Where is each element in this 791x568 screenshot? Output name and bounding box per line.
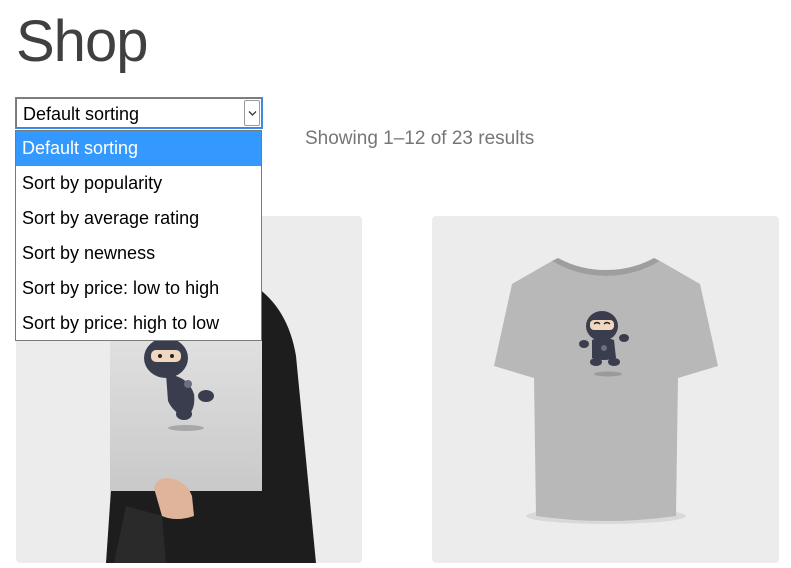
sort-option[interactable]: Default sorting: [16, 131, 261, 166]
page-title: Shop: [16, 9, 148, 74]
sort-option[interactable]: Sort by price: high to low: [16, 306, 261, 341]
sort-option[interactable]: Sort by newness: [16, 236, 261, 271]
product-card[interactable]: [432, 216, 779, 563]
sort-select-value: Default sorting: [23, 104, 140, 124]
sort-option[interactable]: Sort by price: low to high: [16, 271, 261, 306]
chevron-down-icon[interactable]: [244, 100, 260, 126]
sort-option[interactable]: Sort by popularity: [16, 166, 261, 201]
sort-dropdown-list: Default sorting Sort by popularity Sort by…: [15, 130, 262, 341]
sort-option[interactable]: Sort by average rating: [16, 201, 261, 236]
shop-page: Shop Default sorting Showing 1–12 of 23 …: [0, 0, 791, 568]
ninja-tshirt-image[interactable]: [432, 216, 779, 563]
result-count: Showing 1–12 of 23 results: [305, 128, 535, 149]
sort-select[interactable]: Default sorting: [15, 97, 263, 129]
